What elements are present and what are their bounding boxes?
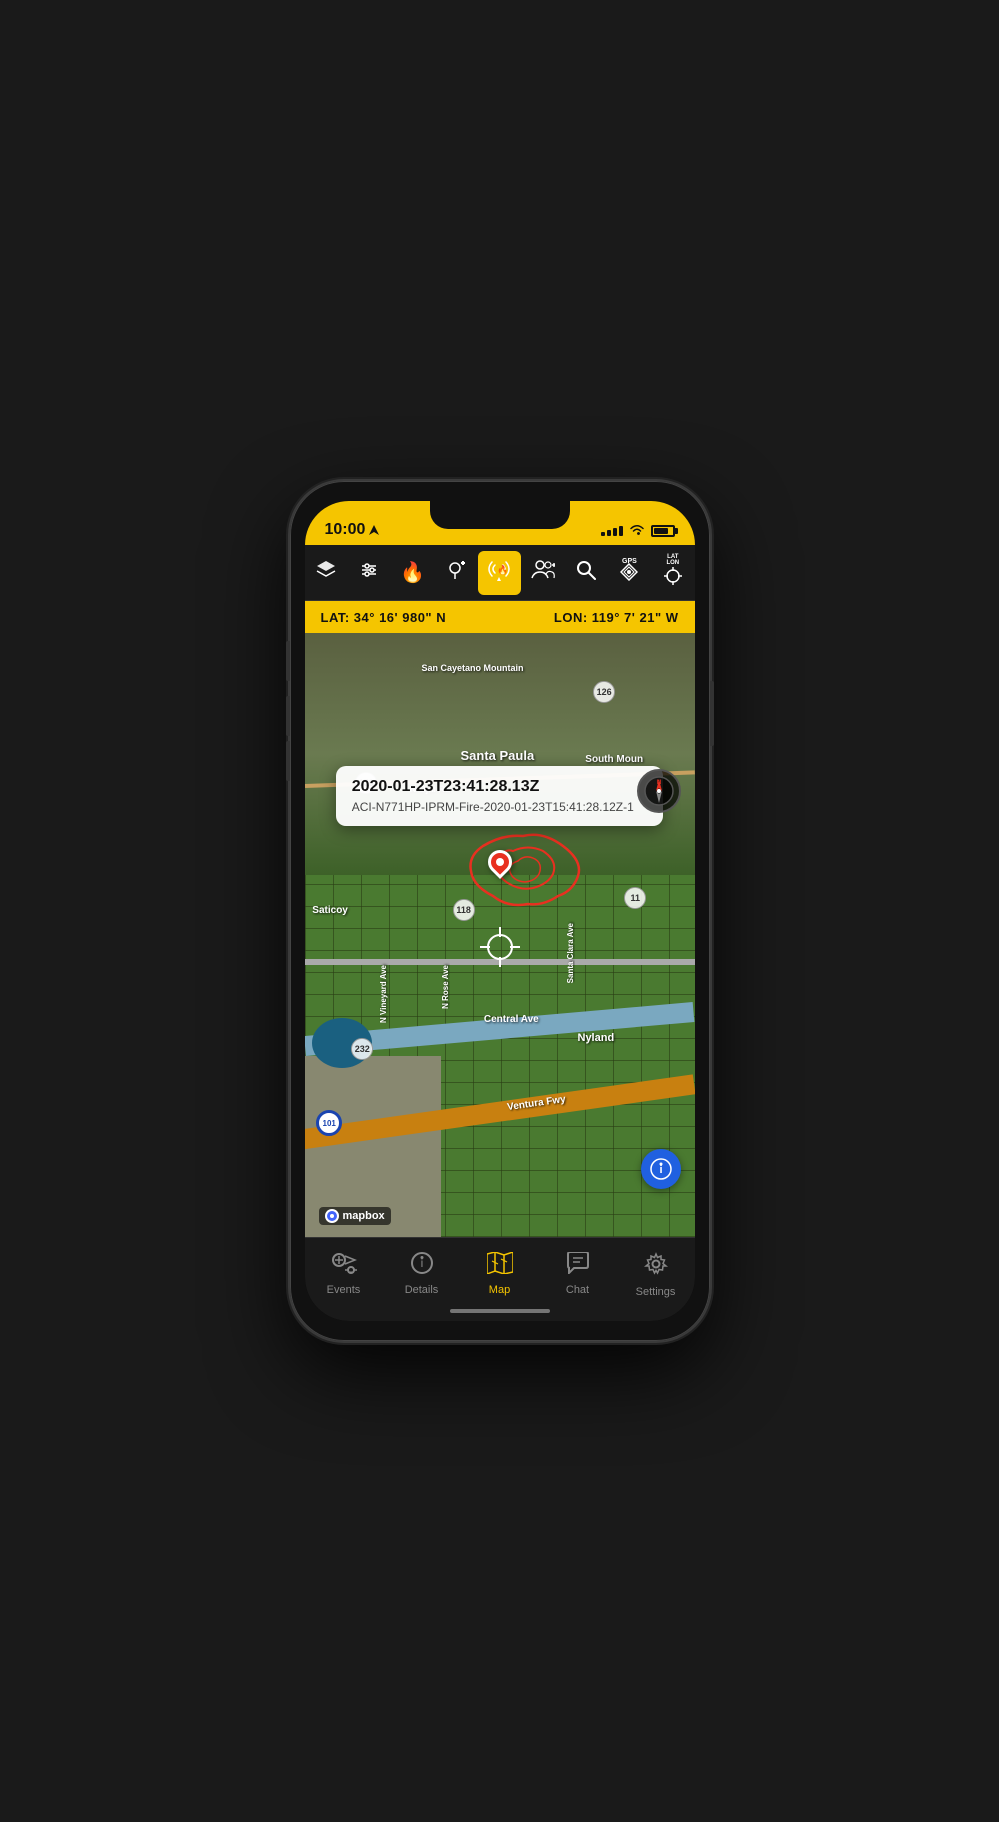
- notch: [430, 501, 570, 529]
- details-label: Details: [405, 1284, 439, 1296]
- mapbox-label: mapbox: [343, 1210, 385, 1222]
- coordinates-bar: LAT: 34° 16' 980" N LON: 119° 7' 21" W: [305, 601, 695, 633]
- toolbar-search-button[interactable]: [564, 551, 607, 595]
- toolbar: 🔥: [305, 545, 695, 601]
- south-mountain-label: South Moun: [585, 754, 643, 765]
- san-cayetano-label: San Cayetano Mountain: [422, 663, 524, 673]
- chat-icon: [566, 1252, 590, 1280]
- nav-details[interactable]: i Details: [387, 1248, 457, 1300]
- status-time: 10:00: [325, 521, 380, 539]
- info-button[interactable]: i: [641, 1149, 681, 1189]
- battery-icon: [651, 525, 675, 537]
- phone-screen: 10:00: [305, 501, 695, 1321]
- santa-clara-label: Santa Clara Ave: [566, 923, 575, 983]
- toolbar-coordinates-button[interactable]: LAT LON: [651, 551, 694, 595]
- wifi-icon: [629, 523, 645, 539]
- svg-text:i: i: [659, 1164, 662, 1176]
- toolbar-fire-button[interactable]: 🔥: [391, 551, 434, 595]
- settings-icon: [644, 1252, 668, 1282]
- events-icon: [331, 1252, 357, 1280]
- toolbar-people-button[interactable]: [521, 551, 564, 595]
- toolbar-add-location-button[interactable]: [434, 551, 477, 595]
- map-pin[interactable]: [488, 850, 512, 874]
- events-label: Events: [327, 1284, 361, 1296]
- longitude-display: LON: 119° 7' 21" W: [554, 610, 679, 625]
- layers-icon: [315, 559, 337, 587]
- route-11-badge: 11: [624, 887, 646, 909]
- fire-icon: 🔥: [400, 560, 425, 585]
- santa-paula-label: Santa Paula: [461, 748, 535, 763]
- fire-info-popup[interactable]: 2020-01-23T23:41:28.13Z ACI-N771HP-IPRM-…: [336, 766, 664, 826]
- popup-subtitle: ACI-N771HP-IPRM-Fire-2020-01-23T15:41:28…: [352, 800, 648, 814]
- compass[interactable]: N: [637, 769, 681, 813]
- n-rose-label: N Rose Ave: [441, 965, 450, 1009]
- nav-chat[interactable]: Chat: [543, 1248, 613, 1300]
- nav-map[interactable]: Map: [465, 1248, 535, 1300]
- svg-text:🔥: 🔥: [497, 564, 508, 575]
- lon-label-icon: LON: [666, 560, 679, 566]
- gps-icon: [620, 563, 638, 587]
- details-icon: i: [411, 1252, 433, 1280]
- add-location-icon: [445, 559, 467, 587]
- crosshair-icon: [664, 567, 682, 591]
- n-vineyard-label: N Vineyard Ave: [379, 965, 388, 1023]
- map-label: Map: [489, 1284, 510, 1296]
- search-icon: [576, 560, 596, 586]
- toolbar-broadcast-fire-button[interactable]: 🔥: [478, 551, 521, 595]
- broadcast-fire-icon: 🔥: [486, 559, 512, 587]
- signal-bars-icon: [601, 526, 623, 536]
- svg-text:N: N: [656, 780, 660, 786]
- route-232-badge: 232: [351, 1038, 373, 1060]
- route-118-badge: 118: [453, 899, 475, 921]
- nyland-label: Nyland: [578, 1032, 615, 1044]
- time-display: 10:00: [325, 521, 366, 539]
- people-icon: [531, 560, 555, 586]
- popup-title: 2020-01-23T23:41:28.13Z: [352, 778, 648, 796]
- map-crosshair: [480, 927, 520, 967]
- filter-icon: [358, 559, 380, 587]
- chat-label: Chat: [566, 1284, 589, 1296]
- saticoy-label: Saticoy: [312, 905, 348, 916]
- central-ave-label: Central Ave: [484, 1014, 539, 1025]
- toolbar-layers-button[interactable]: [305, 551, 348, 595]
- home-indicator: [450, 1309, 550, 1313]
- location-arrow-icon: [369, 525, 379, 535]
- latitude-display: LAT: 34° 16' 980" N: [321, 610, 447, 625]
- toolbar-gps-button[interactable]: GPS: [608, 551, 651, 595]
- status-icons: [601, 523, 675, 539]
- pin-body: [483, 845, 517, 879]
- settings-label: Settings: [636, 1286, 676, 1298]
- nav-events[interactable]: Events: [309, 1248, 379, 1300]
- map-icon: [487, 1252, 513, 1280]
- map-view[interactable]: Santa Paula South Moun San Cayetano Moun…: [305, 633, 695, 1237]
- mapbox-attribution: mapbox: [319, 1207, 391, 1225]
- mapbox-logo: mapbox: [319, 1207, 391, 1225]
- mapbox-logo-icon: [325, 1209, 339, 1223]
- phone-frame: 10:00: [290, 481, 710, 1341]
- nav-settings[interactable]: Settings: [621, 1248, 691, 1302]
- toolbar-filter-button[interactable]: [348, 551, 391, 595]
